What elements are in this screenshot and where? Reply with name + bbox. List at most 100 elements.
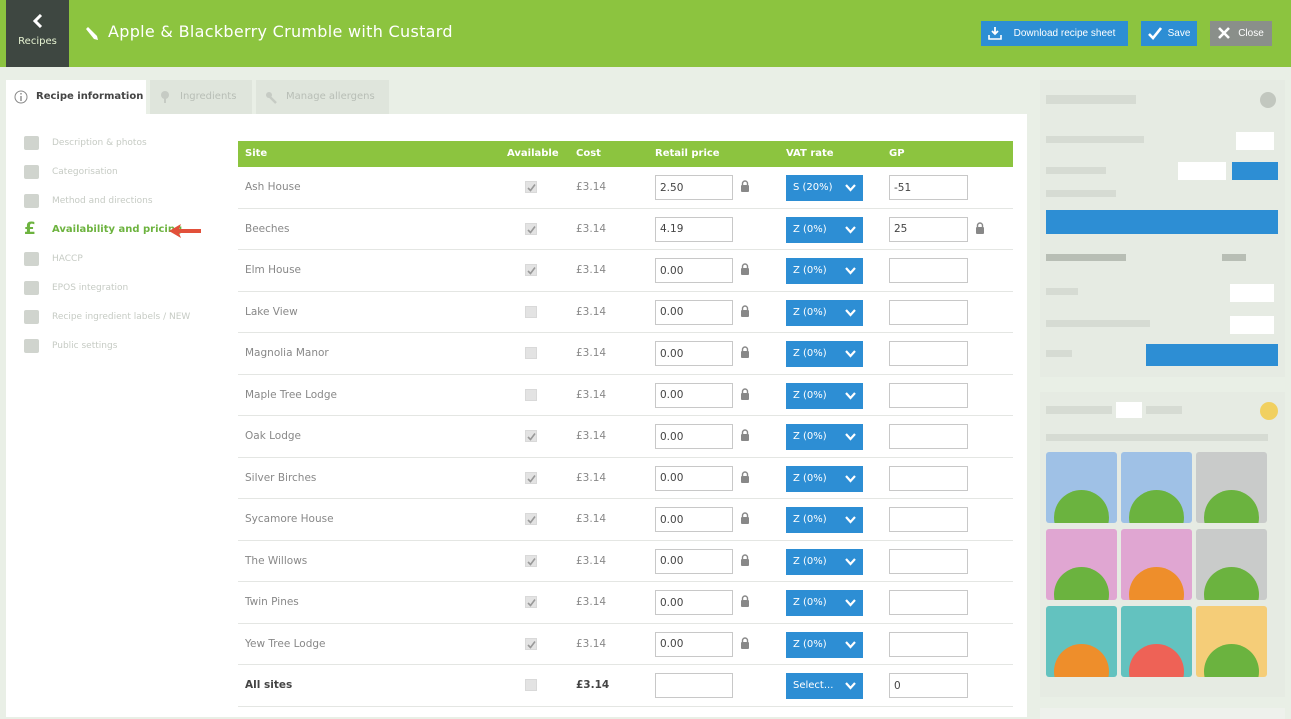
gp-input[interactable] [889, 465, 968, 491]
vat-rate-value: Z (0%) [793, 431, 827, 442]
vat-rate-select[interactable]: Z (0%) [786, 424, 863, 450]
gp-input[interactable] [889, 258, 968, 283]
ingredients-icon [161, 91, 169, 103]
sidebar-item-description-photos[interactable]: Description & photos [22, 136, 222, 165]
sidebar-item-method-and-directions[interactable]: Method and directions [22, 194, 222, 223]
gp-input[interactable] [889, 216, 968, 242]
vat-rate-select[interactable]: Z (0%) [786, 631, 863, 658]
gp-input[interactable] [889, 590, 968, 615]
retail-price-input[interactable] [655, 216, 733, 242]
available-checkbox[interactable] [525, 264, 537, 276]
gp-input[interactable] [889, 299, 968, 325]
lock-icon[interactable] [740, 512, 750, 524]
gp-input[interactable] [889, 341, 968, 366]
vat-rate-select[interactable]: Z (0%) [786, 216, 863, 243]
available-checkbox[interactable] [525, 637, 537, 650]
available-checkbox[interactable] [525, 305, 537, 318]
sidebar-item-label: EPOS integration [52, 283, 129, 293]
retail-price-input[interactable] [655, 424, 733, 449]
table-row: Elm House £3.14 Z (0%) [238, 250, 1013, 292]
cost-value: £3.14 [576, 264, 607, 276]
vat-rate-select[interactable]: Z (0%) [786, 548, 863, 575]
available-checkbox[interactable] [525, 181, 537, 193]
lock-icon[interactable] [740, 387, 750, 400]
retail-price-input[interactable] [655, 590, 733, 615]
close-button[interactable]: Close [1210, 21, 1272, 46]
tab-ingredients[interactable]: Ingredients [150, 80, 252, 114]
table-body: Ash House£3.14S (20%)Beeches£3.14Z (0%)E… [238, 167, 1013, 707]
lock-icon[interactable] [740, 429, 750, 441]
vat-rate-select[interactable]: Z (0%) [786, 465, 863, 492]
lock-icon[interactable] [740, 263, 750, 275]
lock-icon[interactable] [740, 180, 750, 192]
available-checkbox[interactable] [525, 347, 537, 359]
retail-price-input[interactable] [655, 382, 733, 408]
pencil-icon [86, 27, 98, 40]
retail-price-input[interactable] [655, 465, 733, 491]
available-checkbox[interactable] [525, 596, 537, 608]
sidebar-item-recipe-ingredient-labels-new[interactable]: Recipe ingredient labels / NEW [22, 310, 222, 339]
gp-input[interactable] [889, 175, 968, 200]
vat-rate-select[interactable]: Select... [786, 673, 863, 699]
gp-input[interactable] [889, 548, 968, 574]
vat-rate-value: Z (0%) [793, 348, 827, 359]
tab-recipe-information[interactable]: Recipe information [6, 80, 146, 114]
gp-input[interactable] [889, 673, 968, 698]
vat-rate-select[interactable]: Z (0%) [786, 341, 863, 367]
lock-icon[interactable] [740, 636, 750, 649]
lock-icon[interactable] [740, 553, 750, 566]
header-cost: Cost [576, 148, 601, 159]
lock-icon[interactable] [740, 346, 750, 358]
vat-rate-select[interactable]: Z (0%) [786, 507, 863, 533]
retail-price-input[interactable] [655, 673, 733, 698]
retail-price-input[interactable] [655, 548, 733, 574]
lock-icon[interactable] [740, 304, 750, 317]
gp-input[interactable] [889, 382, 968, 408]
vat-rate-select[interactable]: S (20%) [786, 175, 863, 201]
vat-rate-select[interactable]: Z (0%) [786, 590, 863, 616]
retail-price-input[interactable] [655, 299, 733, 325]
gp-input[interactable] [889, 631, 968, 657]
retail-price-input[interactable] [655, 631, 733, 657]
lock-icon[interactable] [740, 470, 750, 483]
available-checkbox[interactable] [525, 388, 537, 401]
sidebar-item-label: HACCP [52, 254, 83, 264]
available-checkbox[interactable] [525, 554, 537, 567]
cost-value: £3.14 [576, 637, 607, 650]
back-to-recipes-button[interactable]: Recipes [6, 0, 69, 67]
save-button[interactable]: Save [1141, 21, 1197, 46]
header-gp: GP [889, 148, 905, 159]
site-name: Ash House [245, 181, 301, 193]
vat-rate-select[interactable]: Z (0%) [786, 258, 863, 284]
sidebar-item-epos-integration[interactable]: EPOS integration [22, 281, 222, 310]
gp-input[interactable] [889, 507, 968, 532]
retail-price-input[interactable] [655, 507, 733, 532]
retail-price-input[interactable] [655, 341, 733, 366]
tab-label: Ingredients [180, 91, 237, 102]
sidebar-item-categorisation[interactable]: Categorisation [22, 165, 222, 194]
tab-manage-allergens[interactable]: Manage allergens [256, 80, 389, 114]
download-recipe-sheet-button[interactable]: Download recipe sheet [981, 21, 1128, 46]
available-checkbox[interactable] [525, 222, 537, 235]
lock-icon[interactable] [740, 595, 750, 607]
cost-value: £3.14 [576, 305, 607, 318]
table-row: Magnolia Manor £3.14 Z (0%) [238, 333, 1013, 375]
header-available: Available [507, 148, 559, 159]
retail-price-input[interactable] [655, 175, 733, 200]
document-icon [24, 194, 39, 208]
available-checkbox[interactable] [525, 471, 537, 484]
vat-rate-select[interactable]: Z (0%) [786, 299, 863, 326]
retail-price-input[interactable] [655, 258, 733, 283]
lock-icon[interactable] [975, 221, 985, 234]
vat-rate-select[interactable]: Z (0%) [786, 382, 863, 409]
cost-value: £3.14 [576, 388, 607, 401]
available-checkbox[interactable] [525, 513, 537, 525]
site-name: Silver Birches [245, 471, 317, 484]
cost-value: £3.14 [576, 471, 607, 484]
available-checkbox[interactable] [525, 679, 537, 691]
sidebar-item-public-settings[interactable]: Public settings [22, 339, 222, 368]
gp-input[interactable] [889, 424, 968, 449]
site-name: Beeches [245, 222, 290, 235]
sidebar-item-haccp[interactable]: HACCP [22, 252, 222, 281]
available-checkbox[interactable] [525, 430, 537, 442]
